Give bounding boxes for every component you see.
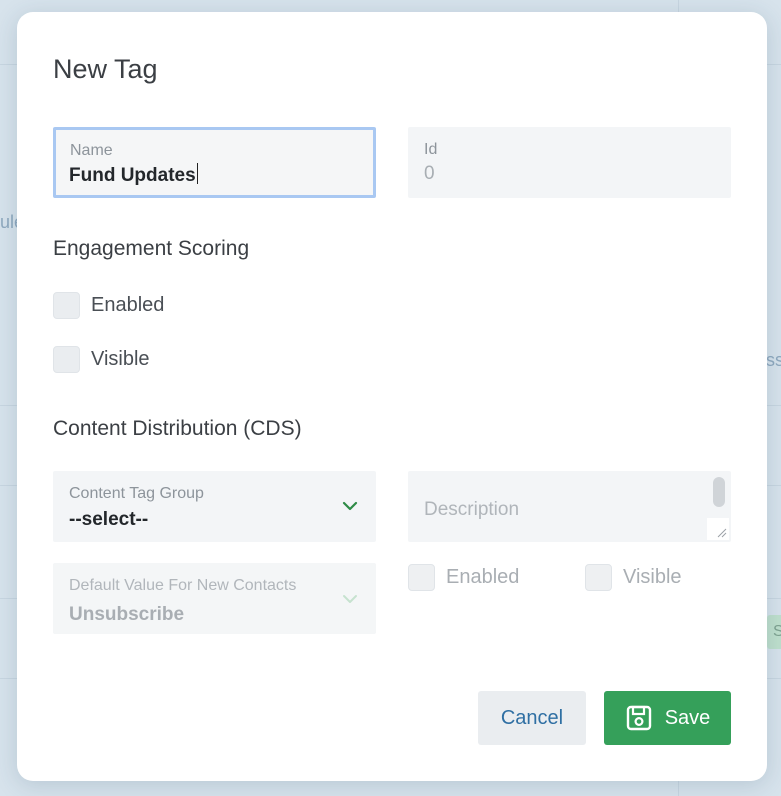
- id-value: 0: [424, 163, 435, 184]
- cancel-button[interactable]: Cancel: [478, 691, 586, 745]
- new-tag-dialog: New Tag Name Fund Updates Id 0 Engagemen…: [17, 12, 767, 781]
- bg-badge: S: [767, 615, 781, 649]
- save-button[interactable]: Save: [604, 691, 731, 745]
- content-tag-group-value: --select--: [69, 509, 149, 530]
- scrollbar-thumb[interactable]: [713, 477, 725, 507]
- checkbox-box[interactable]: [53, 346, 80, 373]
- default-value-select: Default Value For New Contacts Unsubscri…: [53, 563, 376, 634]
- resize-handle-icon[interactable]: [707, 518, 729, 540]
- content-tag-group-select[interactable]: Content Tag Group --select--: [53, 471, 376, 542]
- name-field[interactable]: Name Fund Updates: [53, 127, 376, 198]
- id-field: Id 0: [408, 127, 731, 198]
- dialog-title: New Tag: [53, 54, 158, 84]
- checkbox-box[interactable]: [53, 292, 80, 319]
- engagement-enabled-checkbox[interactable]: Enabled: [53, 292, 164, 319]
- checkbox-label: Enabled: [91, 294, 165, 316]
- name-input[interactable]: Fund Updates: [69, 163, 198, 187]
- description-textarea[interactable]: Description: [408, 471, 731, 542]
- resize-grip-icon: [717, 528, 727, 538]
- cds-enabled-checkbox: Enabled: [408, 564, 519, 591]
- checkbox-label: Visible: [91, 348, 150, 370]
- chevron-down-icon[interactable]: [342, 498, 358, 514]
- checkbox-label: Enabled: [446, 566, 520, 588]
- checkbox-box: [408, 564, 435, 591]
- id-label: Id: [424, 141, 438, 158]
- cds-visible-checkbox: Visible: [585, 564, 682, 591]
- text-caret: [196, 163, 198, 184]
- engagement-scoring-heading: Engagement Scoring: [53, 237, 250, 260]
- bg-text: ss: [766, 350, 781, 370]
- description-placeholder: Description: [424, 499, 520, 520]
- cds-heading: Content Distribution (CDS): [53, 417, 302, 440]
- save-disk-icon: [625, 704, 653, 732]
- checkbox-label: Visible: [623, 566, 682, 588]
- checkbox-box: [585, 564, 612, 591]
- name-value: Fund Updates: [69, 165, 196, 186]
- save-label: Save: [664, 706, 711, 729]
- chevron-down-icon: [343, 595, 357, 603]
- default-value-label: Default Value For New Contacts: [69, 577, 297, 594]
- engagement-visible-checkbox[interactable]: Visible: [53, 346, 150, 373]
- name-label: Name: [70, 142, 113, 159]
- default-value-value: Unsubscribe: [69, 604, 185, 625]
- content-tag-group-label: Content Tag Group: [69, 485, 204, 502]
